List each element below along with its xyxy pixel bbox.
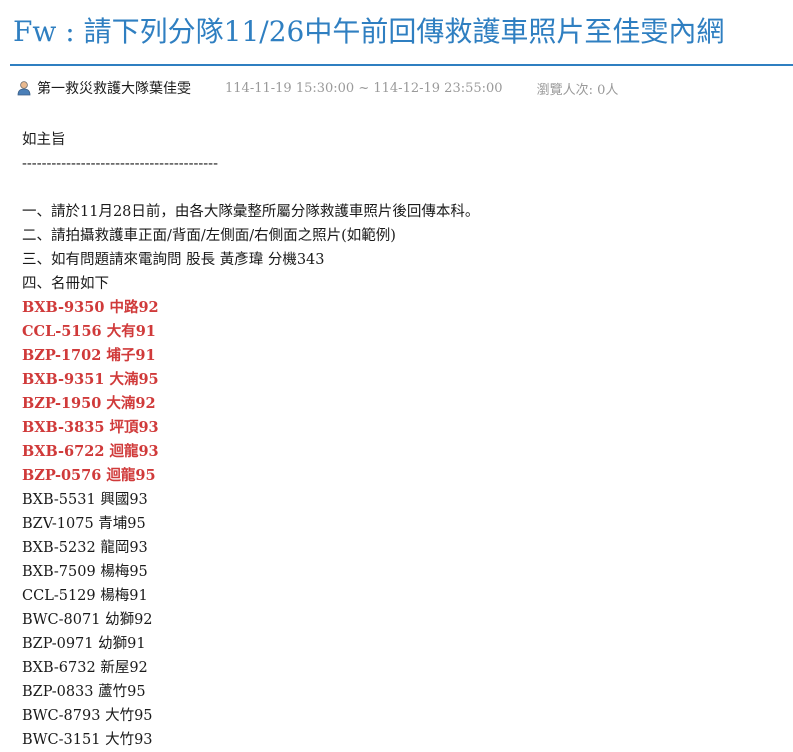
vehicle-entry: BXB-6732 新屋92	[22, 660, 148, 676]
title-divider	[10, 64, 793, 66]
vehicle-entry: BWC-3151 大竹93	[22, 732, 153, 748]
vehicle-entry: BZP-0833 蘆竹95	[22, 684, 146, 700]
instruction-item: 三、如有問題請來電詢問 股長 黃彥瑋 分機343	[22, 252, 325, 268]
body-heading: 如主旨	[22, 132, 66, 148]
vehicle-entry: BWC-8793 大竹95	[22, 708, 153, 724]
vehicle-entry: BZV-1075 青埔95	[22, 516, 146, 532]
vehicle-entry: CCL-5129 楊梅91	[22, 588, 148, 604]
instruction-item: 四、名冊如下	[22, 276, 109, 292]
vehicle-entry: BXB-3835 坪頂93	[22, 419, 159, 436]
vehicle-entry: BZP-1702 埔子91	[22, 347, 156, 364]
vehicle-entry: BWC-8071 幼獅92	[22, 612, 153, 628]
user-icon	[17, 81, 31, 96]
vehicle-entry: BXB-6722 迴龍93	[22, 443, 159, 460]
view-count: 瀏覽人次: 0人	[536, 82, 619, 98]
post-title: Fw : 請下列分隊11/26中午前回傳救護車照片至佳雯內網	[13, 15, 725, 48]
instruction-item: 二、請拍攝救護車正面/背面/左側面/右側面之照片(如範例)	[22, 228, 396, 244]
vehicle-entry: CCL-5156 大有91	[22, 323, 156, 340]
vehicle-entry: BXB-9351 大湳95	[22, 371, 159, 388]
vehicle-entry: BXB-9350 中路92	[22, 299, 159, 316]
vehicle-entry: BZP-1950 大湳92	[22, 395, 156, 412]
body-separator: ----------------------------------------	[22, 156, 218, 172]
vehicle-entry: BXB-5531 興國93	[22, 492, 148, 508]
post-meta: 第一救災救護大隊葉佳雯 114-11-19 15:30:00 ~ 114-12-…	[16, 78, 618, 98]
vehicle-list: BXB-9350 中路92 CCL-5156 大有91 BZP-1702 埔子91 B…	[22, 296, 782, 752]
vehicle-entry: BXB-7509 楊梅95	[22, 564, 148, 580]
author-name: 第一救災救護大隊葉佳雯	[37, 81, 191, 97]
vehicle-entry: BXB-5232 龍岡93	[22, 540, 148, 556]
post-body: 如主旨 ------------------------------------…	[22, 128, 782, 752]
instruction-item: 一、請於11月28日前，由各大隊彙整所屬分隊救護車照片後回傳本科。	[22, 204, 480, 220]
vehicle-entry: BZP-0576 迴龍95	[22, 467, 156, 484]
post-period: 114-11-19 15:30:00 ~ 114-12-19 23:55:00	[225, 80, 503, 96]
vehicle-entry: BZP-0971 幼獅91	[22, 636, 146, 652]
